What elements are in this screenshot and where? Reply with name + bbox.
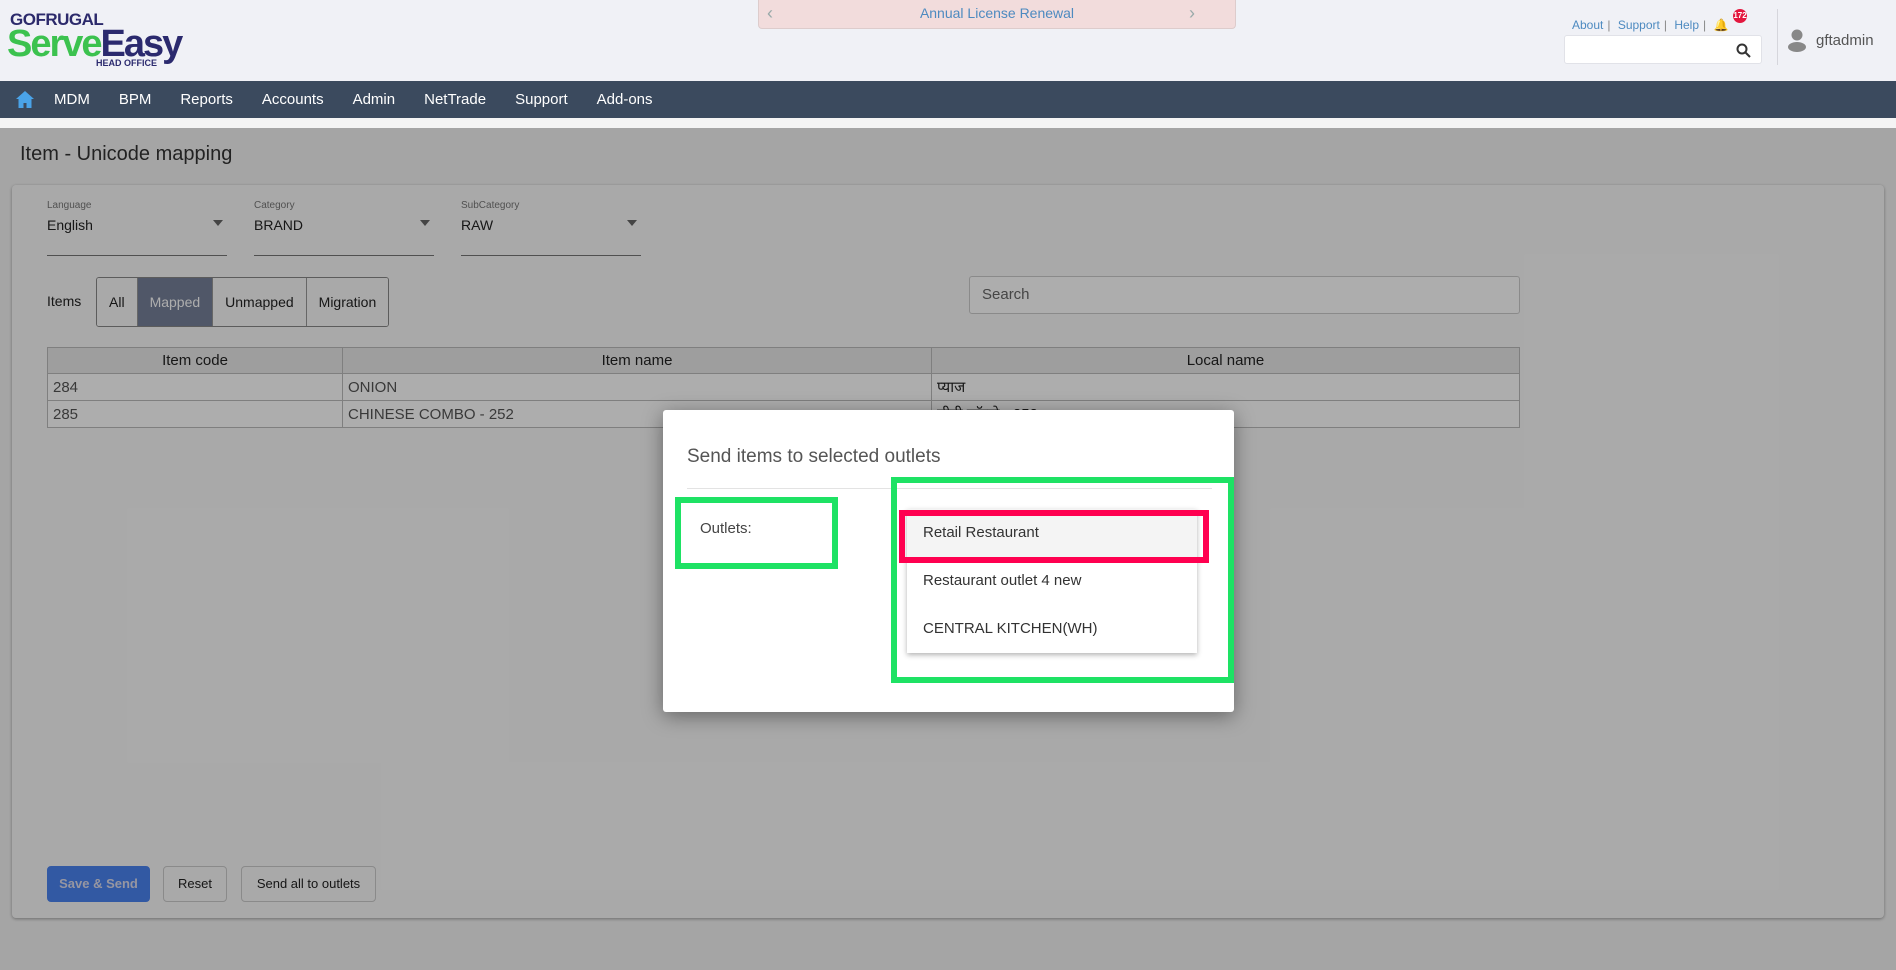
main-nav: MDM BPM Reports Accounts Admin NetTrade … [0, 81, 1896, 118]
bell-icon[interactable]: 🔔 [1713, 18, 1728, 32]
send-items-dialog: Send items to selected outlets Outlets: … [663, 410, 1234, 712]
nav-nettrade[interactable]: NetTrade [424, 91, 486, 108]
outlets-label: Outlets: [700, 520, 752, 537]
user-name[interactable]: gftadmin [1816, 32, 1874, 49]
home-icon[interactable] [16, 91, 34, 108]
divider [1777, 9, 1778, 65]
nav-addons[interactable]: Add-ons [597, 91, 653, 108]
nav-support[interactable]: Support [515, 91, 568, 108]
outlet-option[interactable]: Restaurant outlet 4 new [907, 557, 1197, 605]
about-link[interactable]: About [1572, 18, 1603, 32]
notification-badge: 172 [1733, 9, 1747, 23]
header: GOFRUGAL ServeEasy HEAD OFFICE ‹ Annual … [0, 0, 1896, 81]
nav-reports[interactable]: Reports [180, 91, 233, 108]
nav-admin[interactable]: Admin [353, 91, 396, 108]
dialog-title: Send items to selected outlets [687, 446, 941, 467]
nav-bpm[interactable]: BPM [119, 91, 152, 108]
license-banner[interactable]: ‹ Annual License Renewal › [758, 0, 1236, 29]
top-links: About | Support | Help | 🔔 [1572, 18, 1729, 32]
chevron-left-icon[interactable]: ‹ [767, 0, 773, 26]
search-icon[interactable] [1736, 43, 1751, 58]
support-link[interactable]: Support [1618, 18, 1660, 32]
user-icon [1788, 29, 1806, 52]
logo-subtitle: HEAD OFFICE [96, 58, 158, 68]
nav-accounts[interactable]: Accounts [262, 91, 324, 108]
chevron-right-icon[interactable]: › [1189, 0, 1195, 26]
global-search-input[interactable] [1564, 35, 1762, 64]
nav-mdm[interactable]: MDM [54, 91, 90, 108]
highlight-box-selected [899, 510, 1209, 563]
help-link[interactable]: Help [1674, 18, 1699, 32]
logo-serve: Serve [7, 23, 103, 65]
banner-text[interactable]: Annual License Renewal [920, 5, 1074, 21]
outlet-option[interactable]: CENTRAL KITCHEN(WH) [907, 605, 1197, 653]
